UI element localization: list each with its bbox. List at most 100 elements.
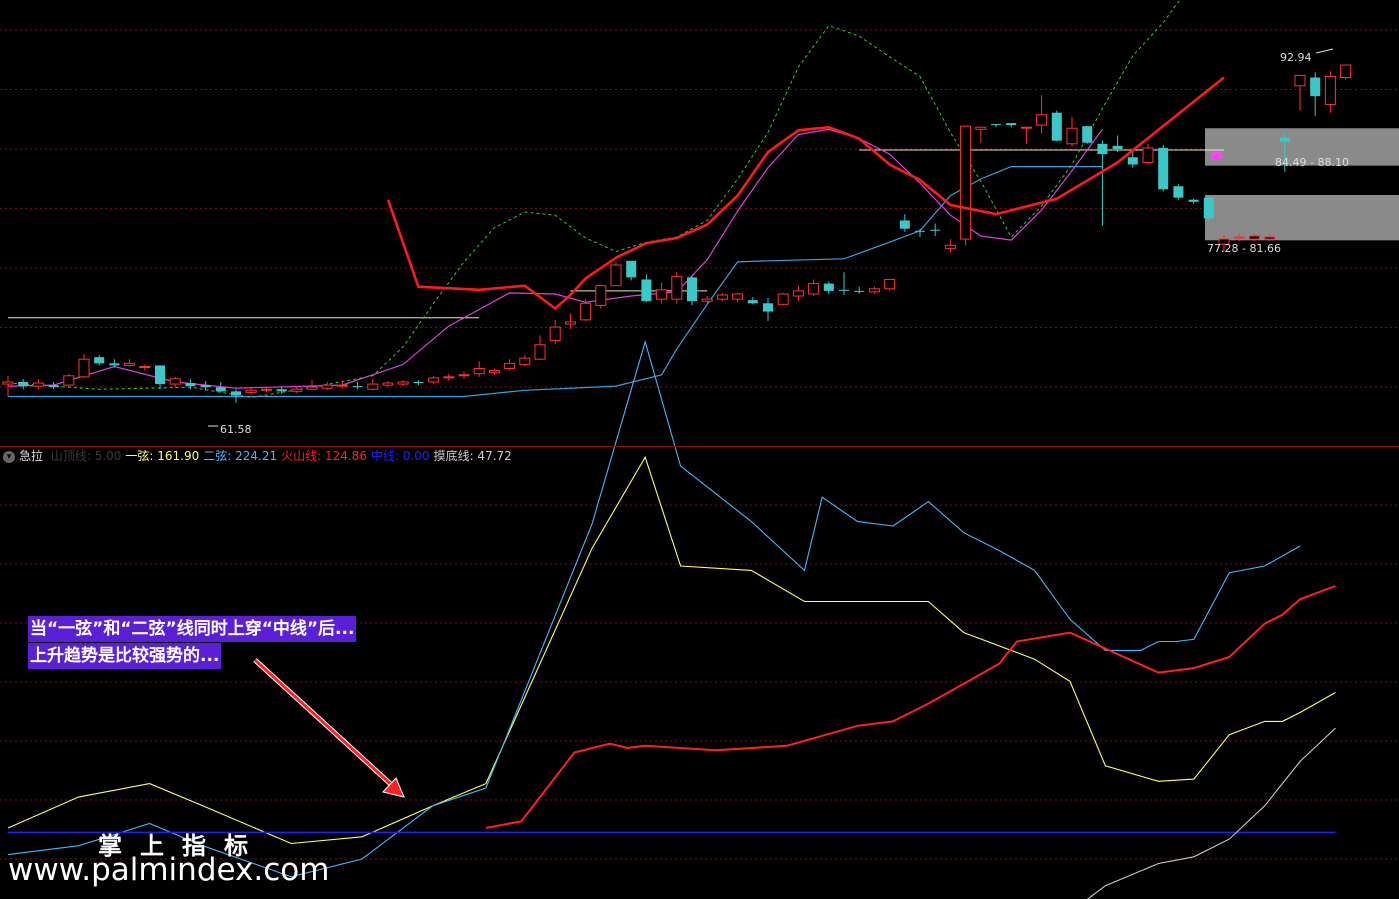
candle-body: [231, 391, 241, 396]
legend-item: 摸底线: 47.72: [433, 449, 512, 463]
candle-body: [1051, 112, 1062, 141]
price-zone: [1205, 194, 1399, 241]
candle-body: [899, 220, 910, 229]
band-upper-line: [7, 0, 1181, 399]
candle-body: [94, 357, 105, 364]
candle-body: [306, 386, 318, 390]
candle-body: [245, 389, 257, 393]
band-lower-line: [8, 166, 1103, 398]
indicator-series-line: [485, 585, 1336, 829]
candle-body: [1020, 126, 1032, 129]
candle-body: [701, 298, 713, 302]
ma-magenta-line: [7, 128, 1103, 389]
candle-body: [321, 384, 333, 389]
candle-body: [1264, 236, 1276, 240]
candle-body: [352, 386, 363, 388]
candle-body: [595, 285, 607, 306]
candle-body: [215, 387, 226, 392]
legend-item: 一弦: 161.90: [125, 449, 200, 463]
candle-body: [2, 381, 14, 385]
candle-body: [504, 362, 516, 370]
indicator-series-line: [7, 339, 1301, 878]
candle-body: [124, 362, 136, 366]
candle-body: [1188, 199, 1199, 202]
candle-body: [626, 260, 637, 278]
candle-body: [1233, 236, 1245, 239]
candle-body: [763, 303, 773, 312]
candle-body: [48, 385, 59, 388]
legend-item: 中线: 0.00: [371, 449, 430, 463]
zone-lower-label: 77.28 - 81.66: [1207, 242, 1281, 255]
candle-body: [1158, 147, 1169, 190]
candle-body: [139, 365, 151, 369]
candle-body: [534, 344, 546, 360]
zone-upper-label: 84.49 - 88.10: [1275, 156, 1349, 169]
watermark-url: www.palmindex.com: [8, 852, 330, 888]
candle-body: [18, 382, 29, 387]
candle-body: [78, 358, 90, 378]
candle-body: [656, 289, 668, 300]
candle-body: [930, 229, 941, 231]
candle-body: [641, 279, 652, 302]
candle-body: [1310, 77, 1321, 97]
candle-body: [1142, 147, 1154, 163]
candle-body: [32, 382, 44, 387]
candle-body: [1279, 137, 1290, 142]
price-high-label: 92.94: [1280, 51, 1312, 64]
candle-body: [991, 124, 1001, 126]
candle-body: [291, 388, 303, 392]
candle-body: [382, 382, 394, 386]
candle-body: [808, 283, 820, 295]
candle-body: [823, 283, 834, 291]
indicator-legend: ▾ 急拉 山顶线: 5.00 一弦: 161.90 二弦: 224.21 火山线: 12…: [0, 447, 900, 465]
candle-body: [109, 363, 120, 366]
candle-body: [975, 126, 987, 130]
legend-item: 二弦: 224.21: [203, 449, 278, 463]
legend-item: 山顶线: 5.00: [50, 449, 122, 463]
ma-red-line: [386, 76, 1225, 311]
candle-body: [443, 376, 455, 379]
candle-body: [915, 230, 925, 232]
collapse-chevron-icon[interactable]: ▾: [3, 450, 15, 463]
candle-body: [868, 288, 880, 293]
annotation-arrow: [253, 658, 397, 790]
candle-body: [580, 302, 592, 321]
indicator-name[interactable]: 急拉: [19, 449, 43, 463]
candle-body: [200, 385, 211, 388]
candle-body: [1006, 123, 1017, 126]
candle-body: [1173, 186, 1184, 198]
candle-body: [1324, 75, 1336, 105]
candle-body: [367, 383, 379, 390]
signal-marker: [1211, 152, 1222, 159]
candle-body: [276, 389, 287, 392]
candle-body: [671, 275, 683, 300]
candle-body: [488, 370, 500, 374]
candle-body: [336, 384, 348, 387]
candle-body: [687, 277, 697, 302]
candle-body: [519, 357, 531, 365]
candle-body: [854, 290, 865, 292]
candle-body: [1294, 74, 1306, 87]
candle-body: [428, 377, 440, 383]
annotation-line-2: 上升趋势是比较强势的...: [28, 643, 222, 669]
candle-body: [1127, 157, 1138, 165]
candle-body: [732, 293, 744, 300]
candle-body: [458, 374, 470, 377]
candle-body: [63, 375, 75, 386]
candle-body: [1066, 127, 1078, 145]
candle-body: [397, 381, 409, 385]
candle-body: [1082, 126, 1093, 143]
candle-body: [260, 388, 272, 391]
candle-body: [413, 382, 424, 384]
candle-body: [185, 383, 196, 387]
high-marker-line: [1315, 48, 1334, 54]
candle-body: [839, 289, 849, 291]
candle-body: [1340, 64, 1352, 78]
candle-body: [473, 368, 485, 375]
candle-body: [1112, 145, 1123, 149]
candle-body: [1036, 114, 1048, 126]
candle-body: [564, 321, 576, 325]
candle-body: [610, 264, 622, 287]
candle-body: [549, 326, 561, 342]
legend-item: 火山线: 124.86: [281, 449, 367, 463]
